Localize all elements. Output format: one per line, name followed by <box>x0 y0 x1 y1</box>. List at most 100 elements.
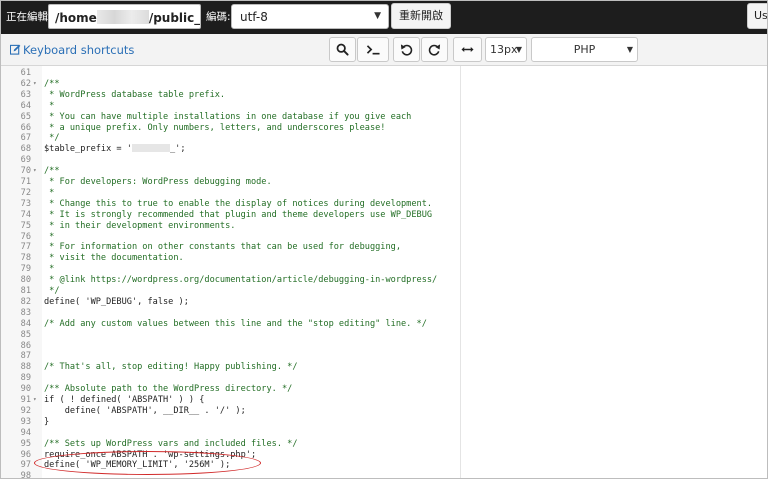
line-number: 88 <box>20 362 31 373</box>
chevron-down-icon: ▼ <box>515 45 522 54</box>
line-number: 69 <box>20 155 31 166</box>
code-line: 72 * <box>0 188 768 199</box>
undo-icon <box>400 44 413 56</box>
line-text: * @link https://wordpress.org/documentat… <box>44 275 438 286</box>
code-line: 92 define( 'ABSPATH', __DIR__ . '/' ); <box>0 406 768 417</box>
code-line: 80 * @link https://wordpress.org/documen… <box>0 275 768 286</box>
line-text: * a unique prefix. Only numbers, letters… <box>44 122 386 133</box>
line-text: * <box>44 187 55 198</box>
line-number: 90 <box>20 384 31 395</box>
line-text: * visit the documentation. <box>44 253 184 264</box>
code-line: 90 /** Absolute path to the WordPress dir… <box>0 384 768 395</box>
line-text: /** Sets up WordPress vars and included … <box>44 438 298 449</box>
line-number: 71 <box>20 177 31 187</box>
line-number: 72 <box>20 187 31 198</box>
line-number: 86 <box>20 340 31 351</box>
search-button[interactable] <box>329 37 356 62</box>
code-line: 63 * WordPress database table prefix. <box>0 90 768 101</box>
line-text: */ <box>44 133 60 144</box>
code-line: 65 * You can have multiple installations… <box>0 112 768 123</box>
code-line: 68 $table_prefix = ' _'; <box>0 144 768 155</box>
line-number: 89 <box>20 373 31 384</box>
chevron-down-icon: ▼ <box>374 11 381 21</box>
line-number: 63 <box>20 89 31 100</box>
redo-button[interactable] <box>421 37 448 62</box>
line-number: 74 <box>20 209 31 220</box>
top-bar: 正在編輯: /home/public_ht 編碼: utf-8 ▼ 重新開啟 U… <box>0 0 768 34</box>
line-number: 77 <box>20 242 31 253</box>
code-line: 85 <box>0 330 768 341</box>
code-line: 74 * It is strongly recommended that plu… <box>0 210 768 221</box>
redo-icon <box>428 44 441 56</box>
code-line: 67 */ <box>0 133 768 144</box>
code-line: 84 /* Add any custom values between this … <box>0 319 768 330</box>
word-wrap-button[interactable] <box>453 37 482 62</box>
line-number: 91 <box>20 395 31 405</box>
line-text: * <box>44 231 55 242</box>
line-text: */ <box>44 286 60 296</box>
path-end: /public_ht <box>148 11 201 25</box>
line-number: 67 <box>20 133 31 144</box>
keyboard-shortcuts-link[interactable]: Keyboard shortcuts <box>10 43 134 57</box>
fold-toggle-icon[interactable]: ▾ <box>33 79 37 90</box>
code-line: 71 * For developers: WordPress debugging… <box>0 177 768 188</box>
chevron-down-icon: ▼ <box>626 45 633 54</box>
line-number: 70 <box>20 166 31 177</box>
line-number: 94 <box>20 427 31 438</box>
line-text: * in their development environments. <box>44 220 236 231</box>
line-text: /** Absolute path to the WordPress direc… <box>44 384 293 395</box>
line-number: 82 <box>20 296 31 307</box>
undo-button[interactable] <box>393 37 420 62</box>
line-text: /** <box>44 166 60 177</box>
line-text: if ( ! defined( 'ABSPATH' ) ) { <box>44 395 205 405</box>
code-line: 81 */ <box>0 286 768 297</box>
line-number: 81 <box>20 286 31 296</box>
line-text: * For developers: WordPress debugging mo… <box>44 177 272 187</box>
language-mode-select[interactable]: PHP ▼ <box>531 37 638 62</box>
code-line: 93} <box>0 417 768 428</box>
code-editor[interactable]: 61 62 ▾/** 63 * WordPress database table pr… <box>0 66 768 479</box>
line-number: 93 <box>20 416 31 427</box>
highlight-annotation <box>34 451 261 475</box>
file-path-input[interactable]: /home/public_ht <box>48 4 201 29</box>
code-line: 69 <box>0 155 768 166</box>
line-text: * For information on other constants tha… <box>44 242 401 253</box>
line-number: 73 <box>20 198 31 209</box>
fold-toggle-icon[interactable]: ▾ <box>33 395 37 406</box>
fold-toggle-icon[interactable]: ▾ <box>33 166 37 177</box>
line-number: 80 <box>20 275 31 286</box>
code-line: 64 * <box>0 101 768 112</box>
line-number: 87 <box>20 351 31 362</box>
line-number: 75 <box>20 220 31 231</box>
save-button[interactable]: Us <box>747 3 768 29</box>
keyboard-shortcuts-label: Keyboard shortcuts <box>23 43 135 57</box>
line-number: 95 <box>20 438 31 449</box>
path-start: /home <box>55 11 97 25</box>
line-number: 64 <box>20 100 31 111</box>
line-text: * WordPress database table prefix. <box>44 89 226 100</box>
terminal-button[interactable] <box>357 37 389 62</box>
code-line: 79 * <box>0 264 768 275</box>
line-number: 79 <box>20 264 31 275</box>
code-line: 91 ▾ if ( ! defined( 'ABSPATH' ) ) { <box>0 395 768 406</box>
font-size-select[interactable]: 13px ▼ <box>485 37 527 62</box>
redacted-prefix <box>131 144 170 153</box>
code-line: 70 ▾ /** <box>0 166 768 177</box>
reopen-button[interactable]: 重新開啟 <box>391 3 451 29</box>
font-size-value: 13px <box>490 43 518 56</box>
line-number: 78 <box>20 253 31 264</box>
line-number: 96 <box>20 449 31 460</box>
code-line: 94 <box>0 428 768 439</box>
line-number: 97 <box>20 460 31 471</box>
code-line: 88 /* That's all, stop editing! Happy pub… <box>0 362 768 373</box>
arrows-horizontal-icon <box>461 46 474 53</box>
editor-toolbar: Keyboard shortcuts 13px ▼ PHP ▼ <box>0 34 768 66</box>
line-text: /** <box>44 78 60 89</box>
encoding-select[interactable]: utf-8 ▼ <box>231 4 389 29</box>
edit-icon <box>10 44 21 55</box>
code-line: 73 * Change this to true to enable the d… <box>0 199 768 210</box>
editing-label: 正在編輯: <box>6 11 52 23</box>
line-number: 66 <box>20 122 31 133</box>
line-number: 98 <box>20 471 31 479</box>
code-line: 66 * a unique prefix. Only numbers, lett… <box>0 123 768 134</box>
